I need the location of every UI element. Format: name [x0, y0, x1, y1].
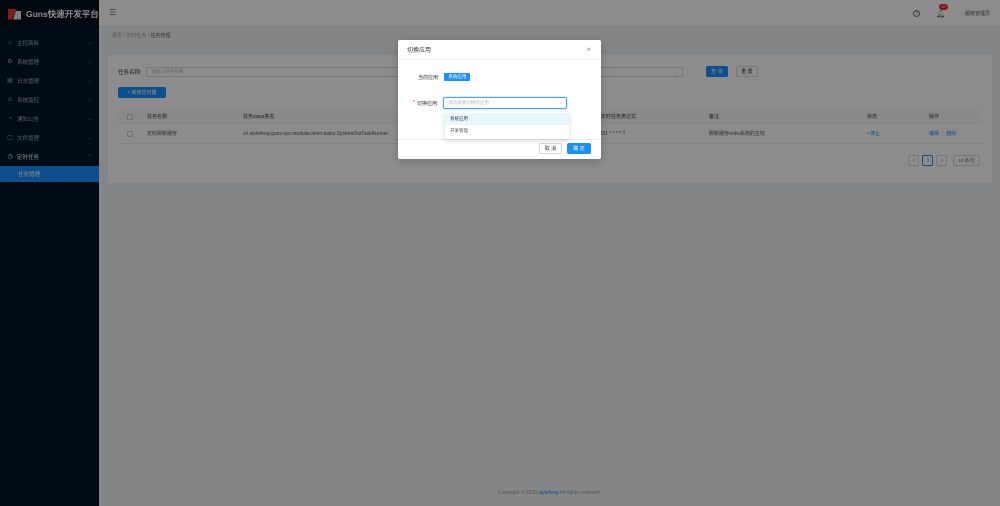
option-dev-manage[interactable]: 开发管理 [445, 125, 569, 137]
modal-title: 切换应用 [407, 48, 432, 54]
switch-app-label: 切换应用: [416, 100, 439, 107]
cancel-button[interactable]: 取 消 [539, 143, 562, 154]
current-app-tag: 系统应用 [444, 73, 471, 81]
app-select-dropdown: 系统应用 开发管理 [445, 112, 569, 139]
required-mark: * [413, 100, 415, 106]
close-icon[interactable]: × [586, 45, 591, 54]
switch-app-row: * 切换应用: 请选择要切换的应用 ⌄ [413, 97, 568, 109]
modal-header: 切换应用 × [398, 40, 601, 60]
option-system-app[interactable]: 系统应用 [445, 113, 569, 125]
app-select-placeholder: 请选择要切换的应用 [448, 100, 489, 105]
chevron-down-icon: ⌄ [558, 100, 563, 106]
current-app-label: 当前应用: [418, 74, 440, 81]
switch-app-modal: 切换应用 × 当前应用: 系统应用 * 切换应用: 请选择要切换的应用 ⌄ 取 … [398, 40, 601, 159]
app-select[interactable]: 请选择要切换的应用 ⌄ [443, 97, 568, 109]
ok-button[interactable]: 确 定 [567, 143, 591, 154]
current-app-row: 当前应用: 系统应用 [418, 73, 471, 81]
modal-footer: 取 消 确 定 [398, 139, 601, 159]
